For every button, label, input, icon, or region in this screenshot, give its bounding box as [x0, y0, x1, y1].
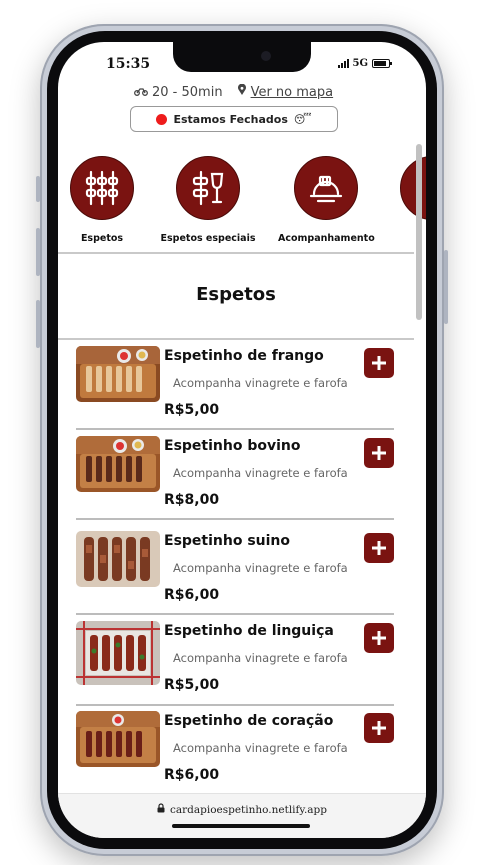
category-espetos[interactable]: Espetos	[58, 156, 148, 244]
category-divider	[58, 252, 414, 254]
product-price: R$6,00	[164, 767, 220, 783]
page-content: 20 - 50min Ver no mapa Estamos Fechados …	[58, 42, 426, 794]
plus-icon	[372, 721, 386, 735]
home-indicator[interactable]	[172, 824, 310, 828]
plus-icon	[372, 446, 386, 460]
browser-url-bar[interactable]: cardapioespetinho.netlify.app	[58, 793, 426, 838]
sausage-skewer-image	[76, 621, 160, 685]
phone-volume-up-button	[36, 228, 40, 276]
row-divider	[76, 428, 394, 430]
phone-volume-down-button	[36, 300, 40, 348]
skewer-glass-icon	[176, 156, 240, 220]
motorcycle-icon	[134, 85, 148, 100]
map-pin-icon	[237, 83, 247, 100]
category-carousel[interactable]: Espetos Espetos especiais Acompanhamento	[58, 156, 426, 252]
add-to-cart-button[interactable]	[364, 348, 394, 378]
product-name: Espetinho de frango	[164, 348, 324, 364]
plus-icon	[372, 356, 386, 370]
add-to-cart-button[interactable]	[364, 623, 394, 653]
section-title: Espetos	[196, 284, 276, 305]
category-espetos-especiais[interactable]: Espetos especiais	[160, 156, 256, 244]
section-divider	[58, 338, 414, 340]
product-name: Espetinho bovino	[164, 438, 301, 454]
add-to-cart-button[interactable]	[364, 438, 394, 468]
product-name: Espetinho de coração	[164, 713, 334, 729]
category-next-partial[interactable]	[400, 156, 426, 220]
category-label: Espetos	[80, 233, 124, 244]
closed-dot-icon	[156, 113, 168, 125]
status-time: 15:35	[106, 56, 151, 72]
product-item[interactable]: Espetinho de coração Acompanha vinagrete…	[76, 711, 394, 794]
signal-icon	[337, 59, 349, 68]
category-label: Espetos especiais	[160, 233, 256, 244]
add-to-cart-button[interactable]	[364, 533, 394, 563]
product-description: Acompanha vinagrete e farofa	[173, 741, 348, 755]
url-display[interactable]: cardapioespetinho.netlify.app	[58, 803, 426, 816]
beef-skewer-image	[76, 436, 160, 492]
product-item[interactable]: Espetinho bovino Acompanha vinagrete e f…	[76, 436, 394, 524]
product-name: Espetinho de linguiça	[164, 623, 334, 639]
store-status-label: Estamos Fechados	[173, 112, 288, 126]
delivery-info-row: 20 - 50min Ver no mapa	[134, 83, 334, 100]
status-icons: 5G	[337, 58, 392, 69]
dynamic-island	[173, 42, 311, 72]
side-dish-icon	[294, 156, 358, 220]
product-price: R$6,00	[164, 587, 220, 603]
phone-action-button	[36, 176, 40, 202]
battery-icon	[372, 59, 392, 68]
row-divider	[76, 518, 394, 520]
row-divider	[76, 613, 394, 615]
product-item[interactable]: Espetinho de linguiça Acompanha vinagret…	[76, 621, 394, 709]
lock-icon	[157, 803, 165, 816]
product-name: Espetinho suino	[164, 533, 291, 549]
skewers-icon	[70, 156, 134, 220]
product-price: R$5,00	[164, 402, 220, 418]
category-icon-partial	[400, 156, 426, 220]
scrollbar-thumb[interactable]	[416, 144, 422, 320]
product-description: Acompanha vinagrete e farofa	[173, 561, 348, 575]
product-description: Acompanha vinagrete e farofa	[173, 376, 348, 390]
pork-skewer-image	[76, 531, 160, 587]
chicken-skewer-image	[76, 346, 160, 402]
delivery-time: 20 - 50min	[152, 84, 223, 100]
product-item[interactable]: Espetinho suino Acompanha vinagrete e fa…	[76, 531, 394, 619]
product-description: Acompanha vinagrete e farofa	[173, 466, 348, 480]
product-price: R$5,00	[164, 677, 220, 693]
category-acompanhamento[interactable]: Acompanhamento	[278, 156, 375, 244]
url-text: cardapioespetinho.netlify.app	[169, 803, 328, 816]
category-label: Acompanhamento	[278, 233, 375, 244]
store-status-button[interactable]: Estamos Fechados 😴	[130, 106, 338, 132]
product-description: Acompanha vinagrete e farofa	[173, 651, 348, 665]
add-to-cart-button[interactable]	[364, 713, 394, 743]
plus-icon	[372, 631, 386, 645]
map-link[interactable]: Ver no mapa	[251, 85, 334, 100]
sleeping-emoji: 😴	[293, 112, 312, 126]
row-divider	[76, 704, 394, 706]
network-label: 5G	[352, 58, 369, 69]
phone-power-button	[444, 250, 448, 324]
product-price: R$8,00	[164, 492, 220, 508]
product-item[interactable]: Espetinho de frango Acompanha vinagrete …	[76, 346, 394, 434]
camera-icon	[261, 51, 271, 61]
phone-screen: 15:35 5G 20 - 50min Ver no mapa Estamos …	[58, 42, 426, 838]
plus-icon	[372, 541, 386, 555]
heart-skewer-image	[76, 711, 160, 767]
